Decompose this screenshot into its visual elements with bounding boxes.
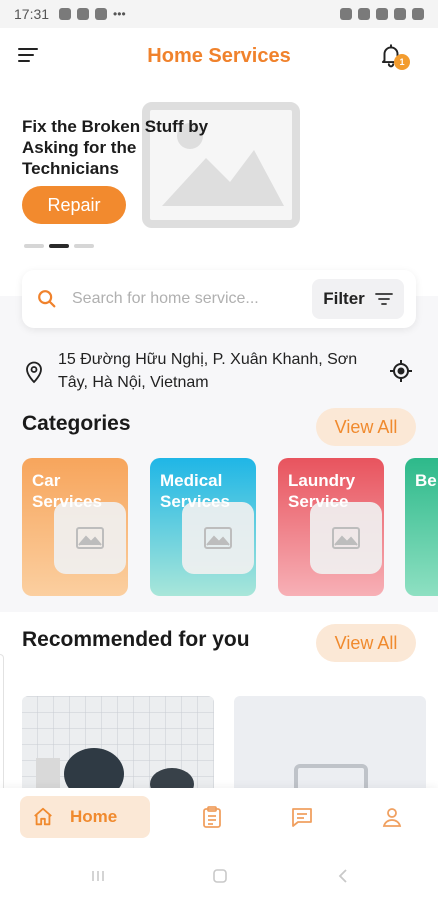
notification-icon [59,8,72,20]
app-header: Home Services 1 [0,28,438,84]
status-system-icons [340,8,424,20]
wifi-icon [376,8,388,20]
category-card-partial[interactable]: Be Ha [405,458,438,596]
notification-bell-button[interactable]: 1 [378,42,410,72]
bottom-navigation: Home [0,788,438,848]
search-icon [38,290,56,308]
locate-me-icon[interactable] [388,358,414,384]
battery-icon [412,8,424,20]
chat-icon[interactable] [290,805,314,829]
filter-icon [374,293,393,305]
filter-label: Filter [323,289,365,308]
back-icon[interactable] [336,868,352,884]
alarm-icon [340,8,352,20]
image-placeholder-icon [310,502,382,574]
category-label: Laundry Service [288,471,356,511]
category-label: Car Services [32,471,102,511]
status-bar: 17:31 ••• [0,0,438,28]
promo-banner[interactable]: Fix the Broken Stuff by Asking for the T… [0,90,438,260]
carousel-indicator[interactable] [24,244,94,248]
more-notifications-icon: ••• [113,7,126,21]
recommended-list [22,696,438,788]
banner-headline: Fix the Broken Stuff by Asking for the T… [22,117,209,178]
status-time: 17:31 [14,6,50,22]
bookings-clipboard-icon[interactable] [200,805,224,829]
location-pin-icon [26,361,42,384]
repair-button[interactable]: Repair [22,186,126,224]
recommended-view-all-button[interactable]: View All [316,624,416,662]
category-card-car-services[interactable]: Car Services [22,458,128,596]
home-system-icon[interactable] [212,868,228,884]
recommended-card-placeholder[interactable] [234,696,426,788]
carousel-dot-active[interactable] [49,244,69,248]
category-card-medical-services[interactable]: Medical Services [150,458,256,596]
google-icon [95,8,108,20]
search-input[interactable]: Search for home service... [72,290,312,308]
carousel-dot[interactable] [24,244,44,248]
mute-icon [358,8,370,20]
nav-home-label: Home [70,807,118,826]
recommended-title: Recommended for you [22,628,250,651]
filter-button[interactable]: Filter [312,279,404,319]
youtube-icon [77,8,90,20]
categories-title: Categories [22,412,131,435]
status-notification-icons: ••• [59,7,126,21]
nav-home-tab[interactable]: Home [20,796,150,838]
recommended-card-photo[interactable] [22,696,214,788]
menu-icon[interactable] [18,48,40,64]
image-placeholder-icon [294,764,368,788]
search-bar[interactable]: Search for home service... Filter [22,270,416,328]
category-label: Medical Services [160,471,230,511]
profile-icon[interactable] [380,805,404,829]
recent-apps-icon[interactable] [90,868,106,884]
location-row[interactable]: 15 Đường Hữu Nghị, P. Xuân Khanh, Sơn Tâ… [22,346,416,394]
system-navigation-bar [0,848,438,900]
signal-icon [394,8,406,20]
home-icon [34,807,52,826]
app-title: Home Services [147,44,291,67]
categories-view-all-button[interactable]: View All [316,408,416,446]
categories-list: Car Services Medical Services Laundry Se… [22,458,438,598]
image-placeholder-icon [182,502,254,574]
category-card-laundry-service[interactable]: Laundry Service [278,458,384,596]
notification-badge: 1 [394,54,410,70]
address-text: 15 Đường Hữu Nghị, P. Xuân Khanh, Sơn Tâ… [58,351,358,391]
carousel-dot[interactable] [74,244,94,248]
category-label: Be Ha [415,471,438,490]
image-placeholder-icon [54,502,126,574]
